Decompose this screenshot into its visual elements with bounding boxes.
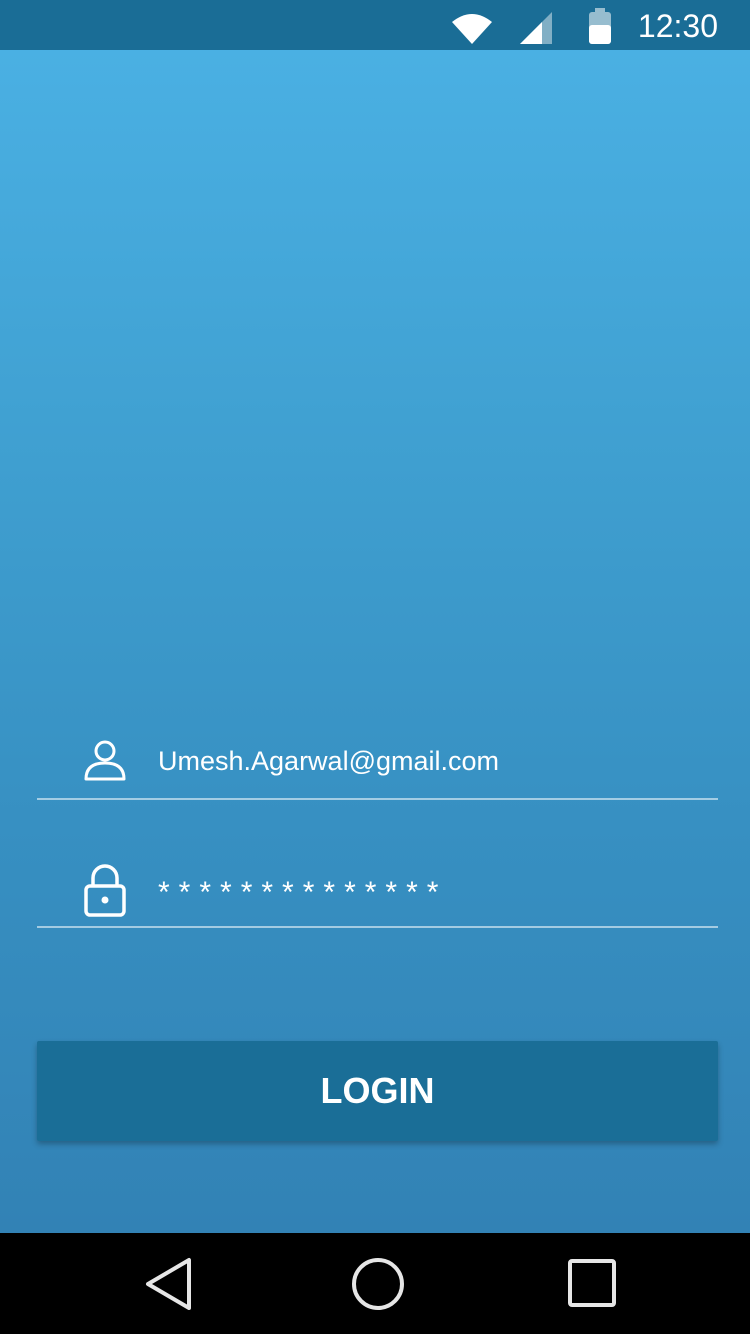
cellular-signal-icon xyxy=(520,12,552,49)
user-icon xyxy=(83,740,127,787)
status-bar: 12:30 xyxy=(0,0,750,50)
password-value: ************** xyxy=(158,876,448,909)
battery-icon xyxy=(588,8,612,49)
wifi-icon xyxy=(452,12,492,49)
lock-icon xyxy=(83,864,127,923)
email-field[interactable]: Umesh.Agarwal@gmail.com xyxy=(37,718,718,800)
recents-icon[interactable] xyxy=(566,1257,618,1314)
login-screen: 12:30 Umesh.Agarwal@gmail.com **********… xyxy=(0,0,750,1334)
email-value: Umesh.Agarwal@gmail.com xyxy=(158,746,500,776)
status-clock: 12:30 xyxy=(637,8,718,44)
login-content: Umesh.Agarwal@gmail.com ************** L… xyxy=(0,50,750,1233)
back-icon[interactable] xyxy=(143,1257,195,1316)
home-icon[interactable] xyxy=(350,1257,406,1316)
password-field[interactable]: ************** xyxy=(37,846,718,928)
navigation-bar xyxy=(0,1233,750,1334)
login-button[interactable]: LOGIN xyxy=(37,1041,718,1141)
